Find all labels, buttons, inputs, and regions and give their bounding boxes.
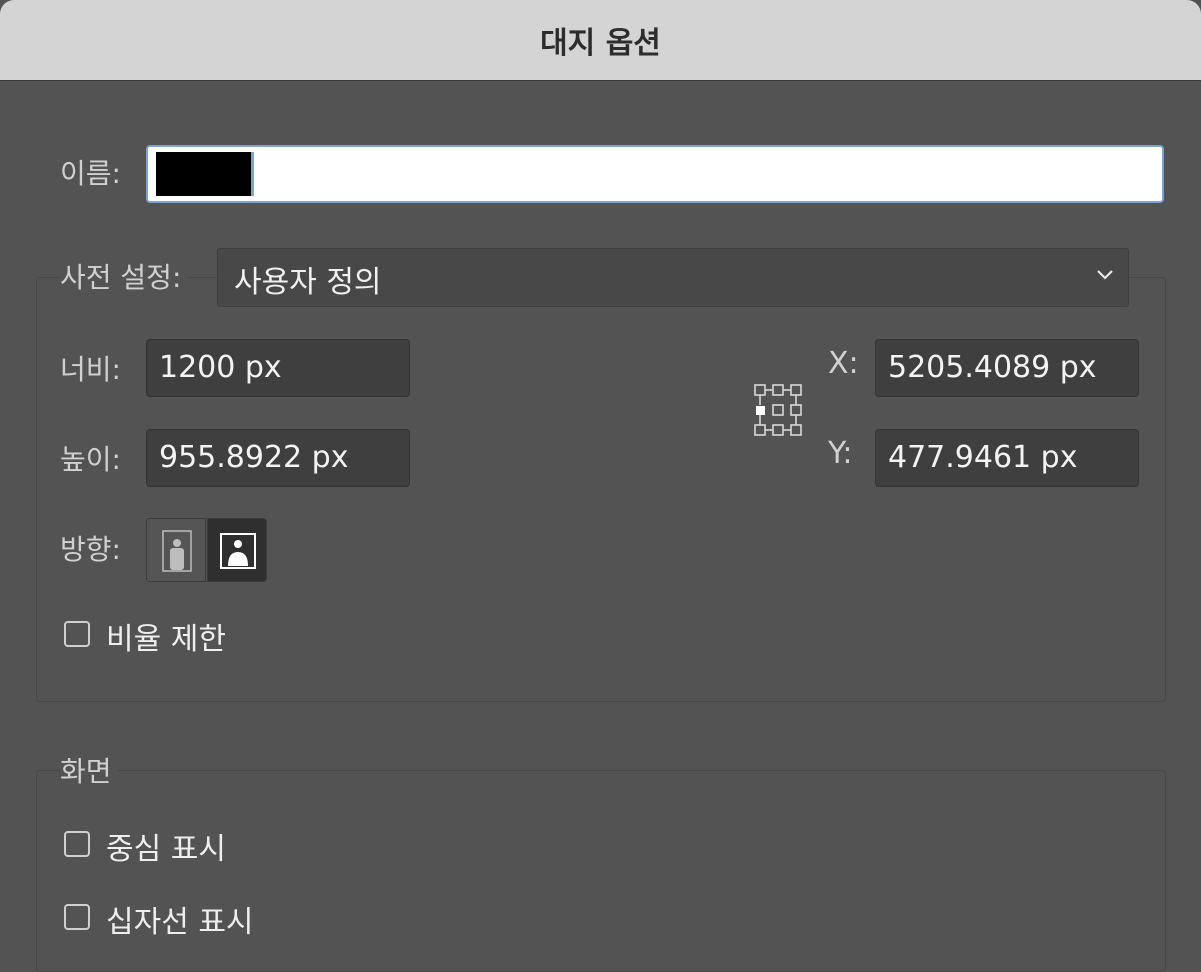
dialog-titlebar: 대지 옵션: [0, 0, 1201, 81]
portrait-button[interactable]: [146, 518, 206, 582]
show-crosshairs-checkbox[interactable]: [64, 904, 90, 930]
display-section-label: 화면: [60, 750, 118, 790]
x-value: 5205.4089 px: [888, 350, 1097, 385]
show-crosshairs-label: 십자선 표시: [106, 905, 254, 940]
preset-selected-value: 사용자 정의: [234, 265, 382, 300]
width-value: 1200 px: [159, 350, 282, 385]
y-field[interactable]: 477.9461 px: [875, 429, 1139, 487]
y-label: Y:: [828, 436, 853, 471]
chevron-down-icon: [1097, 270, 1113, 280]
x-label: X:: [828, 346, 859, 381]
display-group: [36, 770, 1166, 972]
show-center-checkbox[interactable]: [64, 831, 90, 857]
landscape-icon: [220, 533, 256, 569]
x-field[interactable]: 5205.4089 px: [875, 339, 1139, 397]
constrain-proportions-label: 비율 제한: [106, 622, 226, 657]
name-input[interactable]: [146, 145, 1164, 203]
height-label: 높이:: [60, 443, 121, 476]
orientation-label: 방향:: [60, 533, 121, 566]
portrait-icon: [162, 530, 192, 572]
preset-label: 사전 설정:: [60, 256, 188, 296]
reference-point-icon[interactable]: [753, 383, 803, 438]
height-value: 955.8922 px: [159, 440, 349, 475]
constrain-proportions-checkbox[interactable]: [64, 621, 90, 647]
name-value-redacted: [156, 152, 254, 196]
preset-select[interactable]: 사용자 정의: [217, 248, 1129, 307]
name-label: 이름:: [60, 157, 121, 190]
dialog-title: 대지 옵션: [540, 26, 661, 61]
landscape-button[interactable]: [207, 518, 267, 582]
y-value: 477.9461 px: [888, 440, 1078, 475]
height-field[interactable]: 955.8922 px: [146, 429, 410, 487]
width-field[interactable]: 1200 px: [146, 339, 410, 397]
width-label: 너비:: [60, 353, 121, 386]
show-center-label: 중심 표시: [106, 832, 226, 867]
